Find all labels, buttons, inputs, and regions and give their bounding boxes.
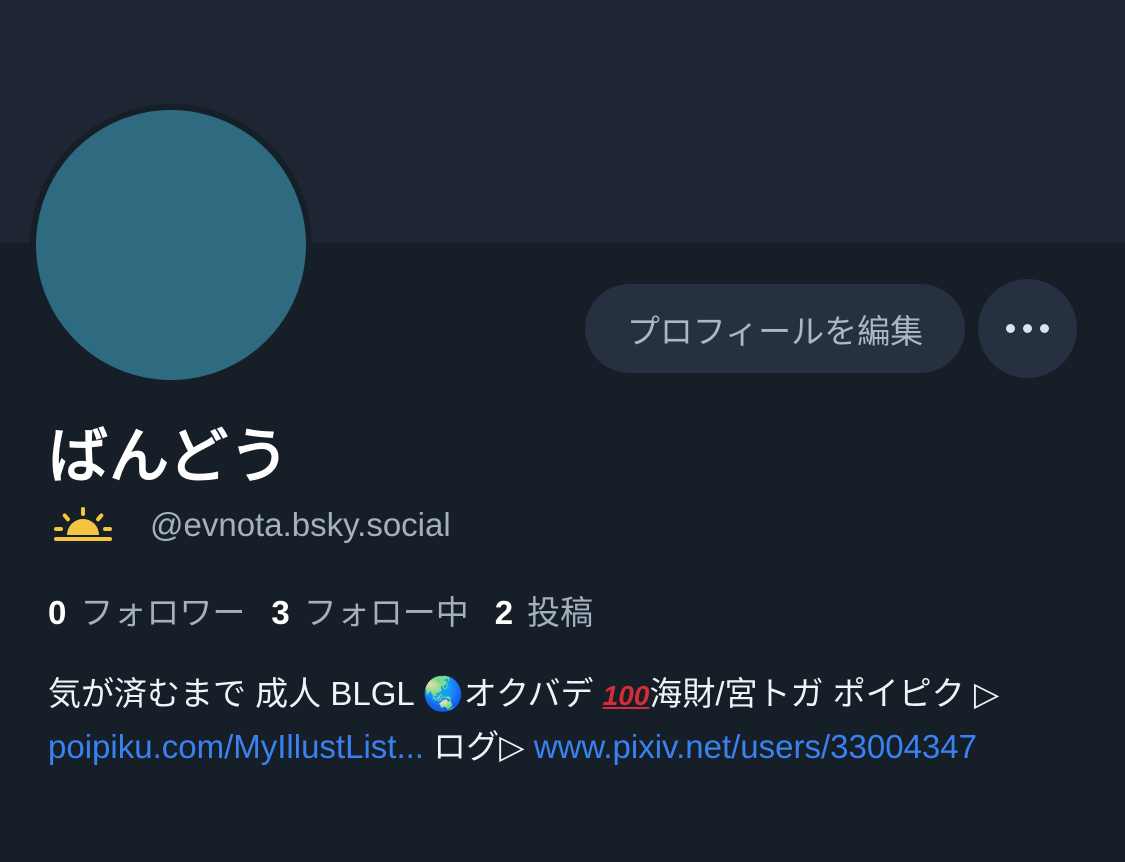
profile-bio: 気が済むまで 成人 BLGL 🌏オクバデ 100海財/宮トガ ポイピク ▷ po… (48, 668, 1098, 772)
poipiku-link[interactable]: poipiku.com/MyIllustList... (48, 728, 424, 765)
more-horizontal-icon (1006, 324, 1015, 333)
bio-text: 気が済むまで 成人 BLGL (48, 675, 423, 712)
bio-text: 海財/宮トガ ポイピク ▷ (649, 675, 1000, 712)
profile-page: プロフィールを編集 ばんどう @evnota.bsky.social 0 フォロ… (0, 0, 1125, 862)
followers-stat[interactable]: 0 フォロワー (48, 586, 245, 634)
hundred-points-icon: 100 (602, 680, 650, 711)
more-dot (1040, 324, 1049, 333)
followers-label: フォロワー (80, 594, 246, 631)
followers-count: 0 (48, 594, 67, 631)
pixiv-link[interactable]: www.pixiv.net/users/33004347 (534, 728, 977, 765)
handle-row: @evnota.bsky.social (52, 505, 451, 545)
edit-profile-label: プロフィールを編集 (626, 312, 924, 350)
more-options-button[interactable] (978, 279, 1077, 378)
globe-icon: 🌏 (422, 674, 464, 713)
following-stat[interactable]: 3 フォロー中 (271, 586, 468, 634)
profile-stats: 0 フォロワー 3 フォロー中 2 投稿 (48, 586, 619, 634)
sunrise-icon (54, 507, 112, 541)
posts-stat: 2 投稿 (495, 586, 593, 634)
more-dot (1023, 324, 1032, 333)
following-label: フォロー中 (303, 594, 469, 631)
edit-profile-button[interactable]: プロフィールを編集 (585, 284, 965, 373)
bio-text: オクバデ (463, 675, 603, 712)
bio-text: ログ▷ (423, 728, 534, 765)
avatar[interactable] (36, 110, 306, 380)
display-name: ばんどう (48, 423, 291, 490)
following-count: 3 (271, 594, 290, 631)
handle: @evnota.bsky.social (150, 506, 451, 543)
posts-count: 2 (494, 594, 514, 631)
posts-label: 投稿 (527, 594, 594, 631)
